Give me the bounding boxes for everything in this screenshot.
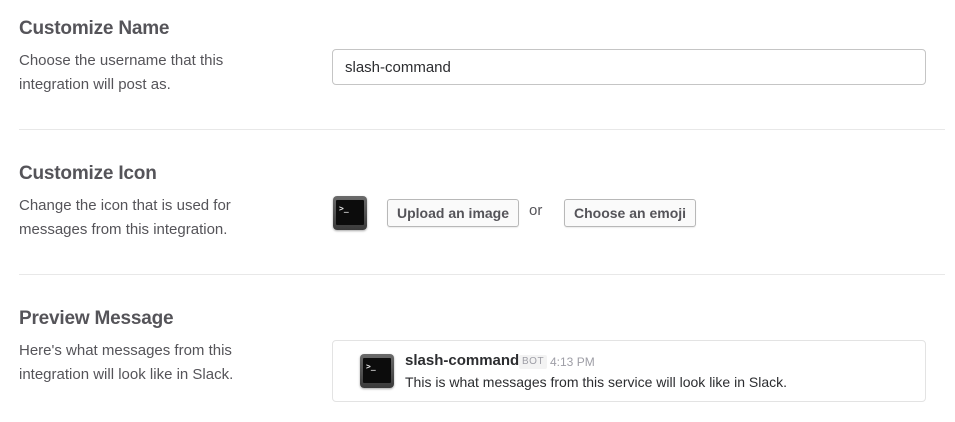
terminal-icon: >_	[360, 354, 394, 388]
bot-badge: BOT	[519, 355, 548, 369]
message-timestamp: 4:13 PM	[550, 355, 595, 369]
message-text: This is what messages from this service …	[405, 374, 788, 390]
message-preview: >_ slash-command BOT 4:13 PM This is wha…	[332, 340, 926, 402]
message-sender: slash-command	[405, 352, 520, 369]
preview-message-title: Preview Message	[19, 308, 174, 329]
preview-message-description: Here's what messages from this integrati…	[19, 342, 234, 383]
